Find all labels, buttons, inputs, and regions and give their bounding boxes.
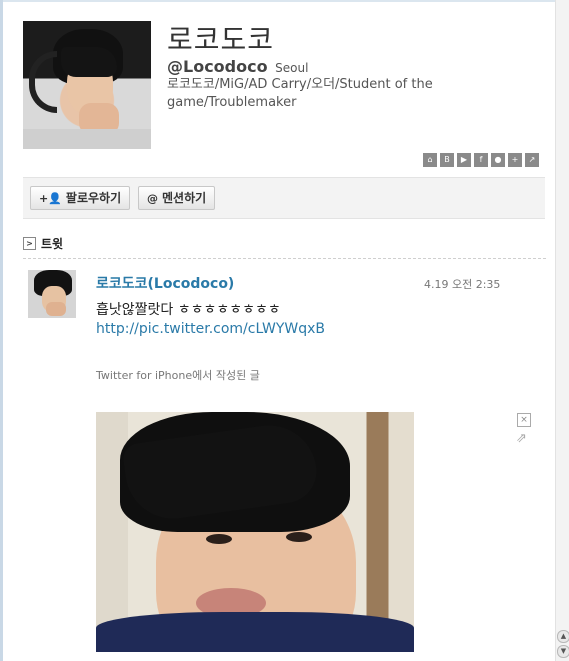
- profile-handle-line: @Locodoco Seoul: [167, 57, 308, 76]
- tweet-author-avatar[interactable]: [28, 270, 76, 318]
- tweets-section-header[interactable]: > 트윗: [23, 235, 63, 252]
- share-icon-row: ⌂ B ▶ f ● + ↗: [423, 153, 539, 167]
- tweet-source: Twitter for iPhone에서 작성된 글: [96, 369, 260, 382]
- profile-display-name: 로코도코: [167, 23, 275, 56]
- photo-shirt: [96, 612, 414, 652]
- tweet-photo[interactable]: [96, 412, 414, 652]
- window-left-border: [0, 0, 3, 661]
- scroll-down-button[interactable]: ▼: [557, 645, 569, 658]
- avatar-shirt: [23, 129, 151, 149]
- profile-bio: 로코도코/MiG/AD Carry/오더/Student of the game…: [167, 77, 433, 110]
- tweet-timestamp[interactable]: 4.19 오전 2:35: [424, 276, 500, 292]
- tweet-text: 흡낫않짤랏다 ㅎㅎㅎㅎㅎㅎㅎㅎ: [96, 302, 281, 318]
- mention-button[interactable]: @ 멘션하기: [138, 186, 216, 210]
- photo-right-eye: [286, 532, 312, 542]
- mention-button-label: 멘션하기: [162, 191, 207, 205]
- follow-button-label: 팔로우하기: [65, 191, 122, 205]
- at-sign-icon: @: [147, 192, 158, 205]
- external-link-icon[interactable]: ↗: [525, 153, 539, 167]
- vertical-scrollbar[interactable]: ▲ ▼: [555, 0, 569, 661]
- avatar-bang: [61, 47, 117, 77]
- expand-toggle-icon[interactable]: >: [23, 237, 36, 250]
- scroll-up-button[interactable]: ▲: [557, 630, 569, 643]
- tweet-avatar-hand: [46, 302, 66, 316]
- plus-icon[interactable]: +: [508, 153, 522, 167]
- section-divider: [23, 258, 546, 259]
- profile-avatar[interactable]: [23, 21, 151, 149]
- tweet-link[interactable]: http://pic.twitter.com/cLWYWqxB: [96, 321, 325, 337]
- youtube-icon[interactable]: ▶: [457, 153, 471, 167]
- avatar-headset: [29, 51, 57, 113]
- tweets-section-title: 트윗: [41, 237, 64, 251]
- photo-left-eye: [206, 534, 232, 544]
- share-icon[interactable]: ⇗: [516, 431, 527, 446]
- home-icon[interactable]: ⌂: [423, 153, 437, 167]
- profile-action-bar: +👤 팔로우하기 @ 멘션하기: [23, 177, 545, 219]
- follow-button[interactable]: +👤 팔로우하기: [30, 186, 131, 210]
- add-user-icon: +👤: [39, 192, 62, 205]
- profile-handle: @Locodoco: [167, 57, 268, 76]
- profile-location: Seoul: [275, 61, 309, 75]
- window-top-border: [0, 0, 569, 2]
- chat-icon[interactable]: ●: [491, 153, 505, 167]
- tweet-author-name[interactable]: 로코도코(Locodoco): [96, 273, 234, 293]
- facebook-icon[interactable]: f: [474, 153, 488, 167]
- close-icon[interactable]: ×: [517, 413, 531, 427]
- blog-icon[interactable]: B: [440, 153, 454, 167]
